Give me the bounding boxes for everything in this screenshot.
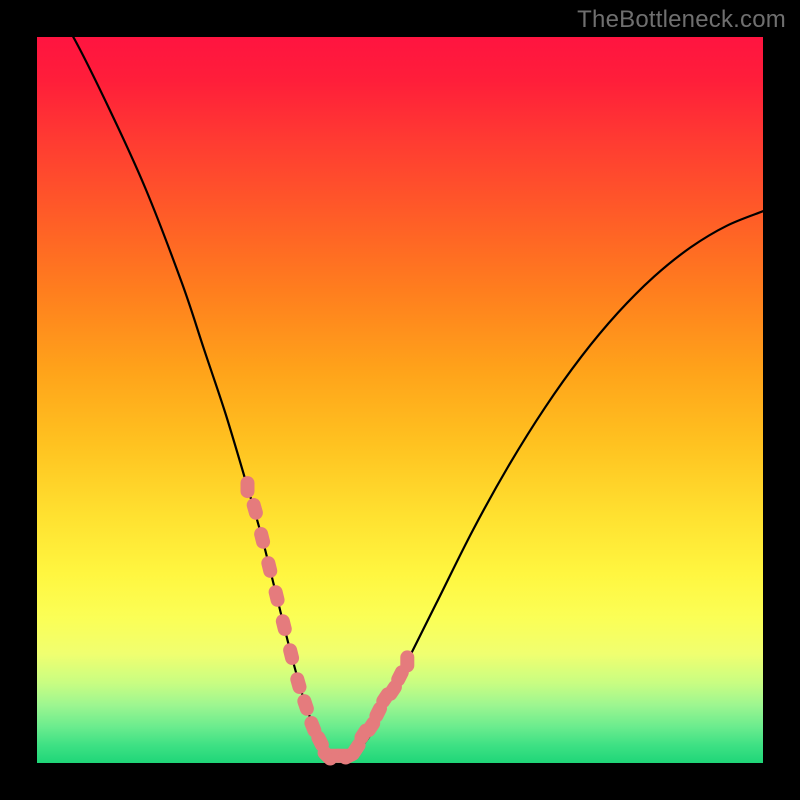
watermark-text: TheBottleneck.com — [577, 6, 786, 34]
highlight-dot — [400, 650, 414, 672]
highlight-dot — [274, 613, 293, 638]
highlight-dot — [289, 671, 308, 696]
highlight-dot — [267, 584, 286, 609]
plot-area — [37, 37, 763, 763]
highlight-dot — [260, 555, 279, 580]
highlight-dot — [253, 526, 272, 551]
highlight-dot — [282, 642, 301, 667]
bottleneck-curve — [37, 0, 763, 758]
chart-frame: TheBottleneck.com — [0, 0, 800, 800]
highlight-dot — [245, 496, 264, 521]
highlight-dots — [241, 476, 415, 768]
highlight-dot — [241, 476, 255, 498]
highlight-dot — [295, 692, 315, 717]
curve-layer — [37, 37, 763, 763]
